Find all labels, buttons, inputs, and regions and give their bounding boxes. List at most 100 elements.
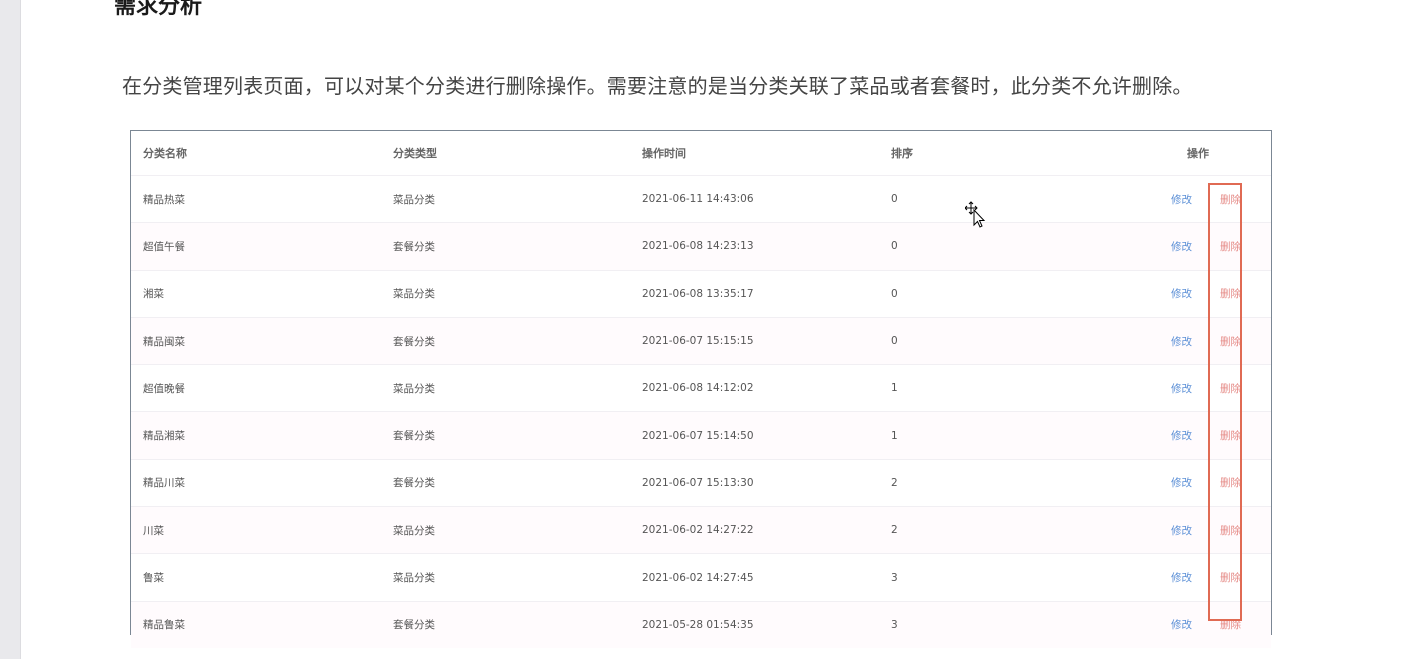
- cell-category-name: 精品鲁菜: [131, 600, 393, 648]
- edit-link[interactable]: 修改: [1171, 239, 1192, 254]
- cell-operation-time: 2021-06-08 14:23:13: [642, 222, 891, 271]
- cell-operation-time: 2021-06-08 14:12:02: [642, 364, 891, 412]
- table-header-row: 分类名称 分类类型 操作时间 排序 操作: [131, 131, 1271, 176]
- cell-category-type: 菜品分类: [393, 174, 642, 223]
- delete-link[interactable]: 删除: [1220, 239, 1241, 254]
- delete-link[interactable]: 删除: [1220, 192, 1241, 207]
- cell-category-name: 精品闽菜: [131, 316, 393, 365]
- cell-category-name: 精品湘菜: [131, 411, 393, 460]
- cell-operations: 修改 删除: [1140, 458, 1271, 507]
- edit-link[interactable]: 修改: [1171, 570, 1192, 585]
- edit-link[interactable]: 修改: [1171, 334, 1192, 349]
- table-row: 鲁菜 菜品分类 2021-06-02 14:27:45 3 修改 删除: [131, 553, 1271, 602]
- edit-link[interactable]: 修改: [1171, 286, 1192, 301]
- cell-category-type: 套餐分类: [393, 411, 642, 460]
- cell-category-name: 精品川菜: [131, 458, 393, 507]
- delete-link[interactable]: 删除: [1220, 428, 1241, 443]
- cell-sort: 0: [891, 316, 1140, 365]
- table-row: 精品川菜 套餐分类 2021-06-07 15:13:30 2 修改 删除: [131, 458, 1271, 507]
- row-actions: 修改 删除: [1140, 523, 1271, 538]
- delete-link[interactable]: 删除: [1220, 286, 1241, 301]
- delete-link[interactable]: 删除: [1220, 523, 1241, 538]
- cell-operations: 修改 删除: [1140, 316, 1271, 365]
- document-page: 需求分析 在分类管理列表页面，可以对某个分类进行删除操作。需要注意的是当分类关联…: [21, 0, 1415, 659]
- cell-operations: 修改 删除: [1140, 600, 1271, 648]
- cell-sort: 1: [891, 364, 1140, 412]
- cell-operation-time: 2021-06-07 15:13:30: [642, 458, 891, 507]
- header-category-name: 分类名称: [143, 147, 187, 160]
- category-table-screenshot: 分类名称 分类类型 操作时间 排序 操作 精品热菜 菜品分类 2021-06-11 …: [130, 130, 1272, 648]
- cell-category-name: 超值午餐: [131, 222, 393, 271]
- header-operation-time: 操作时间: [642, 147, 686, 160]
- delete-link[interactable]: 删除: [1220, 617, 1241, 632]
- cell-operations: 修改 删除: [1140, 222, 1271, 271]
- edit-link[interactable]: 修改: [1171, 192, 1192, 207]
- cell-category-type: 菜品分类: [393, 553, 642, 602]
- cell-operation-time: 2021-06-07 15:15:15: [642, 316, 891, 365]
- table-row: 精品鲁菜 套餐分类 2021-05-28 01:54:35 3 修改 删除: [131, 600, 1271, 648]
- edit-link[interactable]: 修改: [1171, 381, 1192, 396]
- header-operations: 操作: [1187, 147, 1209, 160]
- cell-operations: 修改 删除: [1140, 553, 1271, 602]
- cell-category-type: 套餐分类: [393, 222, 642, 271]
- table-row: 精品热菜 菜品分类 2021-06-11 14:43:06 0 修改 删除: [131, 174, 1271, 223]
- cell-operations: 修改 删除: [1140, 411, 1271, 460]
- row-actions: 修改 删除: [1140, 570, 1271, 585]
- cell-sort: 3: [891, 600, 1140, 648]
- cell-operation-time: 2021-06-07 15:14:50: [642, 411, 891, 460]
- window-left-edge: [0, 0, 21, 659]
- move-cursor-icon: [965, 201, 986, 228]
- table-body: 精品热菜 菜品分类 2021-06-11 14:43:06 0 修改 删除 超值午餐 套餐分类…: [131, 174, 1271, 648]
- header-category-type: 分类类型: [393, 147, 437, 160]
- row-actions: 修改 删除: [1140, 286, 1271, 301]
- row-actions: 修改 删除: [1140, 381, 1271, 396]
- row-actions: 修改 删除: [1140, 617, 1271, 632]
- row-actions: 修改 删除: [1140, 334, 1271, 349]
- cell-category-name: 湘菜: [131, 269, 393, 318]
- cell-category-type: 套餐分类: [393, 316, 642, 365]
- table-row: 精品湘菜 套餐分类 2021-06-07 15:14:50 1 修改 删除: [131, 411, 1271, 460]
- cell-category-type: 菜品分类: [393, 506, 642, 554]
- cell-operations: 修改 删除: [1140, 174, 1271, 223]
- cell-operation-time: 2021-05-28 01:54:35: [642, 600, 891, 648]
- cell-category-type: 套餐分类: [393, 458, 642, 507]
- cell-sort: 0: [891, 222, 1140, 271]
- edit-link[interactable]: 修改: [1171, 523, 1192, 538]
- delete-link[interactable]: 删除: [1220, 381, 1241, 396]
- requirement-paragraph: 在分类管理列表页面，可以对某个分类进行删除操作。需要注意的是当分类关联了菜品或者…: [122, 74, 1193, 98]
- cell-operation-time: 2021-06-11 14:43:06: [642, 174, 891, 223]
- cell-category-type: 套餐分类: [393, 600, 642, 648]
- cell-sort: 0: [891, 269, 1140, 318]
- cell-category-name: 超值晚餐: [131, 364, 393, 412]
- cell-sort: 1: [891, 411, 1140, 460]
- table-row: 精品闽菜 套餐分类 2021-06-07 15:15:15 0 修改 删除: [131, 316, 1271, 365]
- table-row: 湘菜 菜品分类 2021-06-08 13:35:17 0 修改 删除: [131, 269, 1271, 318]
- delete-link[interactable]: 删除: [1220, 475, 1241, 490]
- header-sort: 排序: [891, 147, 913, 160]
- cell-operations: 修改 删除: [1140, 269, 1271, 318]
- cell-sort: 3: [891, 553, 1140, 602]
- row-actions: 修改 删除: [1140, 475, 1271, 490]
- cell-operations: 修改 删除: [1140, 506, 1271, 554]
- edit-link[interactable]: 修改: [1171, 428, 1192, 443]
- cell-category-type: 菜品分类: [393, 269, 642, 318]
- cell-sort: 2: [891, 458, 1140, 507]
- edit-link[interactable]: 修改: [1171, 617, 1192, 632]
- cell-operation-time: 2021-06-02 14:27:45: [642, 553, 891, 602]
- cell-operation-time: 2021-06-02 14:27:22: [642, 506, 891, 554]
- table-row: 川菜 菜品分类 2021-06-02 14:27:22 2 修改 删除: [131, 506, 1271, 554]
- cell-category-type: 菜品分类: [393, 364, 642, 412]
- row-actions: 修改 删除: [1140, 239, 1271, 254]
- table-row: 超值午餐 套餐分类 2021-06-08 14:23:13 0 修改 删除: [131, 222, 1271, 271]
- edit-link[interactable]: 修改: [1171, 475, 1192, 490]
- cell-category-name: 鲁菜: [131, 553, 393, 602]
- delete-link[interactable]: 删除: [1220, 570, 1241, 585]
- cell-operations: 修改 删除: [1140, 364, 1271, 412]
- cell-category-name: 精品热菜: [131, 174, 393, 223]
- cell-sort: 2: [891, 506, 1140, 554]
- row-actions: 修改 删除: [1140, 192, 1271, 207]
- cell-sort: 0: [891, 174, 1140, 223]
- table-row: 超值晚餐 菜品分类 2021-06-08 14:12:02 1 修改 删除: [131, 364, 1271, 412]
- delete-link[interactable]: 删除: [1220, 334, 1241, 349]
- category-table: 分类名称 分类类型 操作时间 排序 操作 精品热菜 菜品分类 2021-06-11 …: [131, 131, 1271, 648]
